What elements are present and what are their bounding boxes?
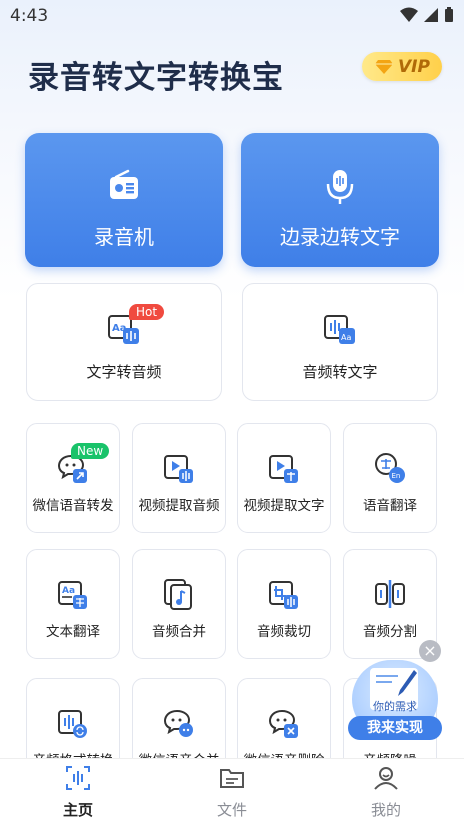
tool-text-translate[interactable]: Aa 文本翻译: [26, 549, 120, 659]
audio-merge-icon: [164, 579, 192, 610]
voice-translate-icon: En: [375, 453, 405, 483]
tool-audio-crop[interactable]: 音频裁切: [237, 549, 331, 659]
status-time: 4:43: [10, 6, 49, 26]
tool-label: 语音翻译: [363, 498, 417, 514]
radio-icon: [110, 169, 138, 199]
tool-label: 音频分割: [363, 624, 417, 640]
audio-to-text-icon: Aa: [324, 315, 355, 344]
vip-button[interactable]: VIP: [362, 52, 442, 81]
text-translate-icon: Aa: [58, 581, 87, 609]
tool-label: 视频提取文字: [243, 498, 325, 514]
status-bar: 4:43: [0, 0, 464, 32]
home-waveform-icon: [66, 766, 90, 790]
battery-icon: [445, 7, 453, 22]
tool-label: 音频合并: [152, 624, 206, 640]
tool-voice-translate[interactable]: En 语音翻译: [343, 423, 437, 533]
bottom-nav: 主页 文件 我的: [0, 758, 464, 823]
nav-files[interactable]: 文件: [192, 765, 272, 820]
tool-label: 微信语音转发: [32, 498, 114, 514]
vip-label: VIP: [398, 56, 430, 77]
realtime-transcribe-label: 边录边转文字: [280, 225, 400, 249]
folder-icon: [220, 769, 244, 788]
floating-ad[interactable]: 你的需求 我来实现: [348, 660, 442, 740]
ad-need-text: 你的需求: [373, 700, 417, 713]
diamond-icon: [375, 59, 394, 74]
audio-crop-icon: [269, 581, 298, 609]
video-extract-text-icon: [269, 455, 298, 483]
wechat-voice-merge-icon: [163, 709, 193, 737]
tool-video-extract-audio[interactable]: 视频提取音频: [132, 423, 226, 533]
video-extract-audio-icon: [164, 455, 193, 483]
audio-split-icon: [375, 580, 405, 608]
svg-text:En: En: [392, 472, 401, 480]
nav-mine[interactable]: 我的: [346, 765, 426, 820]
wechat-voice-delete-icon: [268, 709, 298, 738]
signal-icon: [424, 8, 438, 22]
user-icon: [374, 767, 398, 790]
audio-to-text-label: 音频转文字: [302, 363, 378, 381]
realtime-transcribe-card[interactable]: 边录边转文字: [241, 133, 439, 267]
wifi-icon: [400, 7, 418, 22]
ad-cta-button[interactable]: 我来实现: [348, 716, 442, 740]
app-title: 录音转文字转换宝: [28, 60, 284, 96]
tool-audio-merge[interactable]: 音频合并: [132, 549, 226, 659]
pen-icon: [376, 670, 417, 696]
recorder-card[interactable]: 录音机: [25, 133, 223, 267]
microphone-icon: [326, 170, 354, 204]
hot-badge: Hot: [129, 304, 165, 320]
nav-files-label: 文件: [216, 801, 247, 819]
audio-to-text-card[interactable]: Aa 音频转文字: [242, 283, 438, 401]
nav-home[interactable]: 主页: [38, 765, 118, 820]
tool-label: 音频裁切: [257, 624, 311, 640]
nav-home-label: 主页: [62, 801, 93, 819]
new-badge: New: [71, 443, 110, 459]
svg-text:Aa: Aa: [341, 333, 351, 342]
tool-label: 文本翻译: [46, 624, 100, 640]
tool-video-extract-text[interactable]: 视频提取文字: [237, 423, 331, 533]
svg-text:Aa: Aa: [62, 586, 75, 596]
close-icon[interactable]: ×: [419, 640, 441, 662]
nav-mine-label: 我的: [370, 801, 401, 819]
recorder-label: 录音机: [94, 225, 154, 249]
text-to-audio-label: 文字转音频: [86, 363, 162, 381]
audio-format-convert-icon: [58, 710, 87, 738]
tool-label: 视频提取音频: [138, 498, 220, 514]
text-to-audio-card[interactable]: Aa Hot 文字转音频: [26, 283, 222, 401]
tool-wechat-forward[interactable]: New 微信语音转发: [26, 423, 120, 533]
system-icons: [400, 7, 454, 23]
